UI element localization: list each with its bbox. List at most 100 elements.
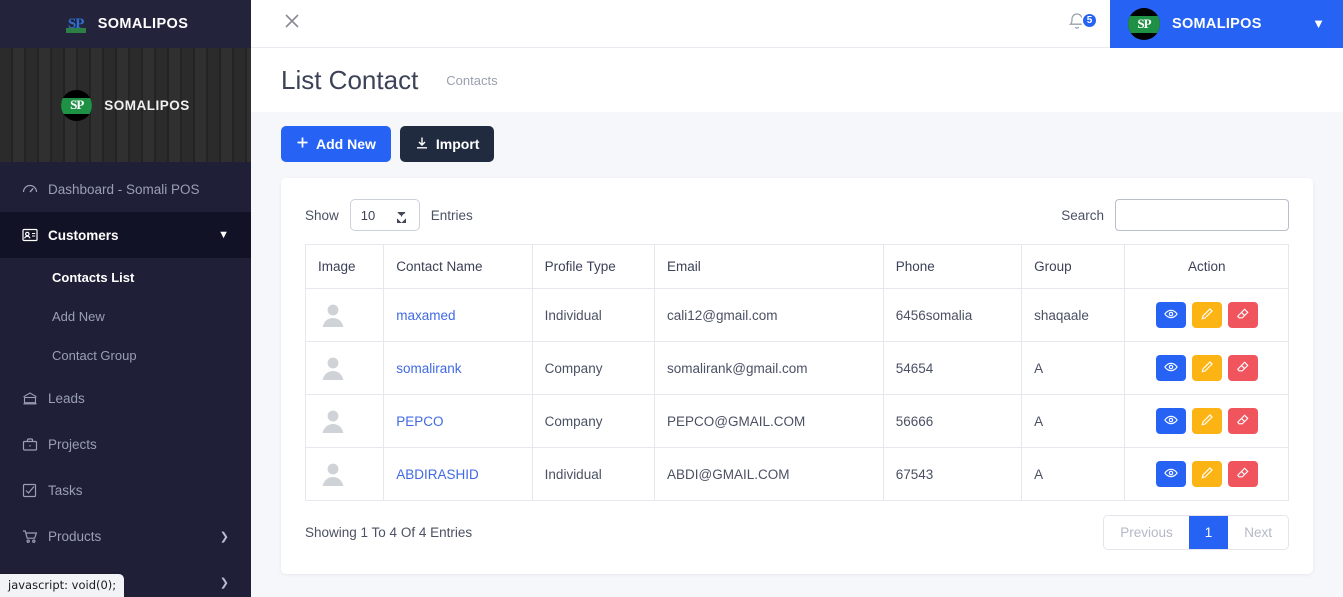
sidebar-subitem-label: Add New (52, 309, 105, 324)
cell-image (304, 341, 385, 395)
contact-name-link[interactable]: somalirank (396, 361, 461, 376)
column-header-image: Image (304, 244, 385, 289)
briefcase-icon (22, 437, 48, 452)
edit-button[interactable] (1191, 355, 1222, 381)
cell-email: cali12@gmail.com (654, 288, 884, 342)
brand-name: SOMALIPOS (97, 16, 189, 32)
import-button[interactable]: Import (399, 126, 495, 162)
edit-button[interactable] (1191, 408, 1222, 434)
cart-icon (22, 529, 48, 544)
delete-button[interactable] (1227, 302, 1258, 328)
pagination-previous[interactable]: Previous (1104, 516, 1189, 549)
close-icon[interactable] (251, 10, 327, 37)
sidebar-subitem-contact-group[interactable]: Contact Group (0, 336, 251, 375)
main-content: 5 SP SOMALIPOS ▼ List Contact Contacts A… (251, 0, 1343, 597)
checkbox-icon (22, 483, 48, 498)
sidebar-item-customers[interactable]: Customers ▼ (0, 212, 251, 258)
sidebar-subitem-label: Contact Group (52, 348, 137, 363)
pagination-page-1[interactable]: 1 (1188, 516, 1229, 549)
contact-name-link[interactable]: maxamed (396, 308, 455, 323)
sidebar-subitem-add-new[interactable]: Add New (0, 297, 251, 336)
action-toolbar: Add New Import (251, 112, 1343, 162)
profile-name: SOMALIPOS (104, 97, 190, 113)
table-header-row: Image Contact Name Profile Type Email Ph… (304, 244, 1289, 289)
cell-contact-name: ABDIRASHID (383, 447, 533, 501)
sidebar-item-leads[interactable]: Leads (0, 375, 251, 421)
eraser-icon (1236, 360, 1250, 377)
entries-control: Show 102550100 Entries (305, 199, 473, 231)
profile-avatar-icon: SP (61, 89, 93, 121)
delete-button[interactable] (1227, 408, 1258, 434)
table-row: somalirank Company somalirank@gmail.com 546… (304, 341, 1289, 395)
column-header-contact-name: Contact Name (383, 244, 533, 289)
contacts-table: Image Contact Name Profile Type Email Ph… (304, 244, 1289, 501)
table-row: maxamed Individual cali12@gmail.com 6456som… (304, 288, 1289, 342)
notification-badge: 5 (1081, 12, 1098, 29)
view-button[interactable] (1155, 355, 1186, 381)
sidebar-item-label: Leads (48, 390, 85, 406)
chevron-right-icon: ❯ (219, 576, 229, 589)
cell-image (304, 288, 385, 342)
contact-name-link[interactable]: ABDIRASHID (396, 467, 479, 482)
sidebar-item-tasks[interactable]: Tasks (0, 467, 251, 513)
eraser-icon (1236, 413, 1250, 430)
sidebar-item-products[interactable]: Products ❯ (0, 513, 251, 559)
user-name: SOMALIPOS (1172, 15, 1262, 32)
cell-profile-type: Individual (531, 447, 656, 501)
pagination: Previous 1 Next (1103, 515, 1289, 550)
edit-button[interactable] (1191, 461, 1222, 487)
table-row: ABDIRASHID Individual ABDI@GMAIL.COM 67543 A (304, 447, 1289, 501)
sidebar-item-dashboard[interactable]: Dashboard - Somali POS (0, 166, 251, 212)
add-new-button[interactable]: Add New (281, 126, 391, 162)
brand-logo-icon: SP (63, 13, 89, 35)
edit-button[interactable] (1191, 302, 1222, 328)
sidebar-item-projects[interactable]: Projects (0, 421, 251, 467)
row-action-group (1137, 355, 1276, 381)
avatar-placeholder-icon (322, 304, 344, 327)
pencil-icon (1200, 307, 1214, 324)
chevron-down-icon: ▼ (1312, 16, 1325, 31)
cell-group: A (1021, 394, 1126, 448)
sidebar-brand[interactable]: SP SOMALIPOS (0, 0, 251, 48)
delete-button[interactable] (1227, 355, 1258, 381)
breadcrumb[interactable]: Contacts (446, 73, 497, 88)
contact-name-link[interactable]: PEPCO (396, 414, 443, 429)
view-button[interactable] (1155, 408, 1186, 434)
pencil-icon (1200, 360, 1214, 377)
cell-profile-type: Company (531, 394, 656, 448)
column-header-profile-type: Profile Type (531, 244, 656, 289)
cell-phone: 56666 (882, 394, 1023, 448)
chevron-down-icon: ▼ (218, 229, 229, 241)
cell-image (304, 394, 385, 448)
notification-bell-button[interactable]: 5 (1044, 10, 1110, 37)
sidebar-item-label: Tasks (48, 482, 83, 498)
cell-contact-name: PEPCO (383, 394, 533, 448)
delete-button[interactable] (1227, 461, 1258, 487)
cell-contact-name: somalirank (383, 341, 533, 395)
avatar-placeholder-icon (322, 410, 344, 433)
cell-phone: 54654 (882, 341, 1023, 395)
cell-phone: 67543 (882, 447, 1023, 501)
sidebar-subitem-contacts-list[interactable]: Contacts List (0, 258, 251, 297)
page-header: List Contact Contacts (251, 48, 1343, 112)
pagination-next[interactable]: Next (1228, 516, 1288, 549)
search-control: Search (1061, 199, 1289, 231)
table-footer: Showing 1 To 4 Of 4 Entries Previous 1 N… (305, 515, 1289, 550)
entries-select[interactable]: 102550100 (349, 199, 420, 231)
profile-avatar-text: SP (70, 97, 84, 112)
view-button[interactable] (1155, 302, 1186, 328)
view-button[interactable] (1155, 461, 1186, 487)
cell-action (1124, 394, 1289, 448)
user-menu-button[interactable]: SP SOMALIPOS ▼ (1110, 0, 1343, 48)
column-header-phone: Phone (882, 244, 1023, 289)
eraser-icon (1236, 307, 1250, 324)
cell-email: somalirank@gmail.com (654, 341, 884, 395)
show-label: Show (305, 207, 339, 223)
cell-group: shaqaale (1021, 288, 1126, 342)
plus-icon (296, 136, 309, 152)
cell-image (304, 447, 385, 501)
avatar-placeholder-icon (322, 463, 344, 486)
search-label: Search (1061, 207, 1104, 223)
search-input[interactable] (1115, 199, 1289, 231)
eye-icon (1163, 413, 1178, 430)
